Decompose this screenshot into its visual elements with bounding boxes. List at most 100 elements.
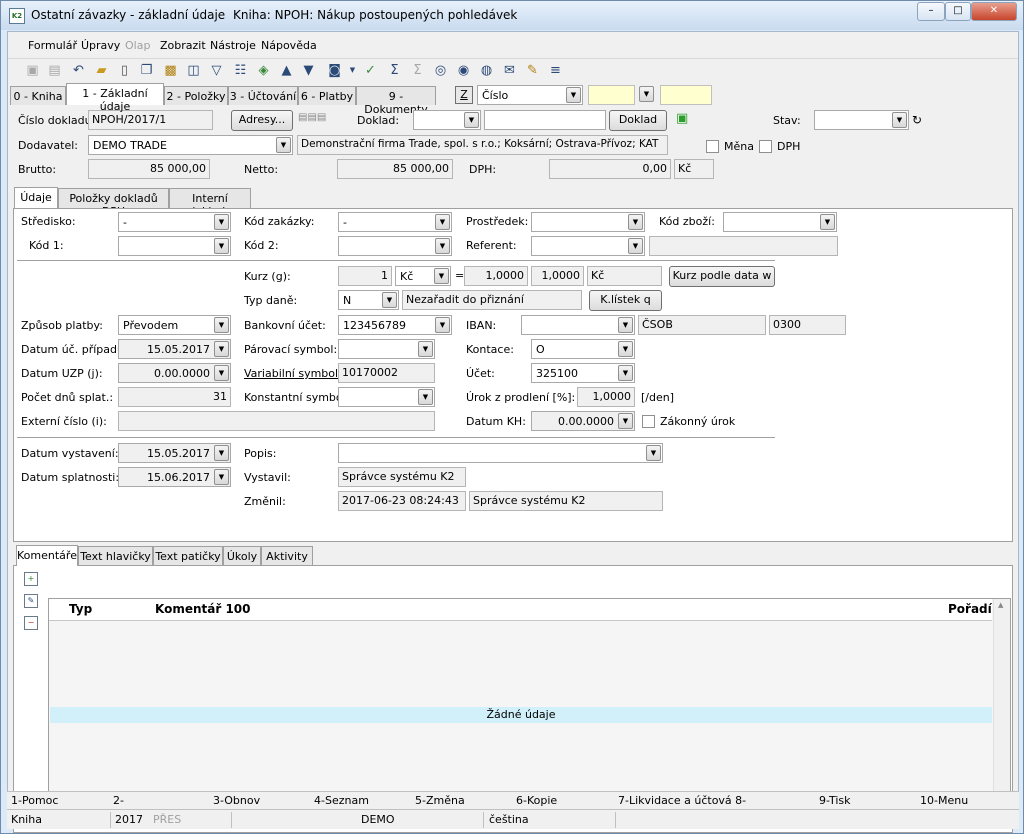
grid-scrollbar[interactable]: ▲ ▼ (993, 599, 1010, 813)
binoculars-icon[interactable]: ◎ (432, 62, 449, 79)
chevron-down-icon[interactable]: ▼ (618, 413, 633, 429)
tab-komentare[interactable]: Komentáře (16, 545, 78, 566)
sort-key-button[interactable]: Z (455, 86, 473, 104)
prostredek-select[interactable]: ▼ (531, 212, 645, 232)
camera-menu-chevron-icon[interactable]: ▼ (344, 62, 361, 79)
kod2-select[interactable]: ▼ (338, 236, 452, 256)
subtab-udaje[interactable]: Údaje (14, 187, 58, 208)
chevron-down-icon[interactable]: ▼ (214, 469, 229, 485)
tab-zakladni-udaje[interactable]: 1 - Základní údaje (66, 83, 164, 113)
copy-icon[interactable]: ❐ (138, 62, 155, 79)
sum-icon[interactable]: Σ (386, 62, 403, 79)
chevron-down-icon[interactable]: ▼ (639, 86, 654, 102)
kurz-podle-data-button[interactable]: Kurz podle data w (669, 266, 775, 287)
chevron-down-icon[interactable]: ▼ (434, 268, 449, 284)
edit-row-icon[interactable]: ✎ (24, 594, 38, 608)
menu-zobrazit[interactable]: Zobrazit (160, 39, 206, 52)
col-poradi[interactable]: Pořadí (948, 602, 992, 616)
popis-select[interactable]: ▼ (338, 443, 663, 463)
fkey-f2[interactable]: 2- (113, 794, 124, 807)
close-icon[interactable]: ✕ (971, 2, 1017, 21)
doklad-field[interactable] (484, 110, 606, 130)
zakonny-urok-checkbox[interactable] (642, 415, 655, 428)
find-all-icon[interactable]: ◍ (478, 62, 495, 79)
datum-uc-field[interactable]: 15.05.2017 ▼ (118, 339, 231, 359)
maximize-icon[interactable]: □ (945, 2, 971, 21)
tab-platby[interactable]: 6 - Platby (298, 86, 356, 105)
chevron-down-icon[interactable]: ▼ (276, 137, 291, 153)
arrow-down-icon[interactable]: ▼ (300, 62, 317, 79)
search-input-2[interactable] (660, 85, 712, 105)
bankovni-ucet-select[interactable]: 123456789 ▼ (338, 315, 452, 335)
chevron-down-icon[interactable]: ▼ (214, 238, 229, 254)
chevron-down-icon[interactable]: ▼ (892, 112, 907, 128)
filter-list-icon[interactable]: ☷ (232, 62, 249, 79)
mail-icon[interactable]: ✉ (501, 62, 518, 79)
mena-checkbox[interactable] (706, 140, 719, 153)
scroll-up-icon[interactable]: ▲ (998, 601, 1003, 609)
stredisko-select[interactable]: - ▼ (118, 212, 231, 232)
subtab-polozky-dph[interactable]: Položky dokladů DPH (58, 188, 169, 218)
chevron-down-icon[interactable]: ▼ (435, 238, 450, 254)
chevron-down-icon[interactable]: ▼ (214, 214, 229, 230)
save-all-icon[interactable]: ▤ (46, 62, 63, 79)
sum-disabled-icon[interactable]: Σ (409, 62, 426, 79)
tab-kniha[interactable]: 0 - Kniha (10, 86, 66, 105)
fkey-f6[interactable]: 6-Kopie (516, 794, 557, 807)
variabilni-symbol-label[interactable]: Variabilní symbol: (244, 367, 342, 380)
search-dropdown[interactable]: ▼ (636, 85, 655, 105)
chevron-down-icon[interactable]: ▼ (214, 445, 229, 461)
kod1-select[interactable]: ▼ (118, 236, 231, 256)
kod-zbozi-select[interactable]: ▼ (723, 212, 837, 232)
book-icon[interactable]: ◫ (185, 62, 202, 79)
chevron-down-icon[interactable]: ▼ (628, 214, 643, 230)
fkey-f7-f8[interactable]: 7-Likvidace a účtová 8- (618, 794, 746, 807)
sort-field-select[interactable]: Číslo ▼ (477, 85, 583, 105)
typ-dane-select[interactable]: N ▼ (338, 290, 399, 310)
ucet-select[interactable]: 325100 ▼ (531, 363, 635, 383)
chevron-down-icon[interactable]: ▼ (418, 341, 433, 357)
money-icon[interactable]: ◈ (255, 62, 272, 79)
chevron-down-icon[interactable]: ▼ (646, 445, 661, 461)
kurz-currency-select[interactable]: Kč ▼ (395, 266, 451, 286)
chevron-down-icon[interactable]: ▼ (214, 341, 229, 357)
parovaci-symbol-select[interactable]: ▼ (338, 339, 435, 359)
chevron-down-icon[interactable]: ▼ (214, 365, 229, 381)
fkey-f4[interactable]: 4-Seznam (314, 794, 369, 807)
iban-select[interactable]: ▼ (521, 315, 635, 335)
address-icons[interactable]: ▤▤▤ (298, 112, 326, 123)
cislo-dokladu-field[interactable]: NPOH/2017/1 (88, 110, 213, 130)
menu-lines-icon[interactable]: ≡ (547, 62, 564, 79)
fkey-f10[interactable]: 10-Menu (920, 794, 968, 807)
menu-upravy[interactable]: Úpravy (81, 39, 120, 52)
datum-uzp-field[interactable]: 0.00.0000 ▼ (118, 363, 231, 383)
dph-checkbox[interactable] (759, 140, 772, 153)
lock-icon[interactable]: ▩ (162, 62, 179, 79)
search-input[interactable] (588, 85, 635, 105)
tab-aktivity[interactable]: Aktivity (261, 546, 313, 566)
tab-polozky[interactable]: 2 - Položky (164, 86, 228, 105)
new-document-icon[interactable]: ▯ (116, 62, 133, 79)
subtab-interni-doklady[interactable]: Interní doklady (169, 188, 251, 218)
stav-select[interactable]: ▼ (814, 110, 909, 130)
col-typ[interactable]: Typ (69, 602, 92, 616)
open-folder-icon[interactable]: ▰ (93, 62, 110, 79)
undo-icon[interactable]: ↶ (70, 62, 87, 79)
fkey-f5[interactable]: 5-Změna (415, 794, 465, 807)
fkey-f9[interactable]: 9-Tisk (819, 794, 851, 807)
tab-uctovani[interactable]: 3 - Účtování (228, 86, 298, 105)
camera-icon[interactable]: ◙ (326, 62, 343, 79)
chevron-down-icon[interactable]: ▼ (618, 317, 633, 333)
chevron-down-icon[interactable]: ▼ (820, 214, 835, 230)
kontace-select[interactable]: O ▼ (531, 339, 635, 359)
chevron-down-icon[interactable]: ▼ (618, 365, 633, 381)
chevron-down-icon[interactable]: ▼ (464, 112, 479, 128)
chevron-down-icon[interactable]: ▼ (382, 292, 397, 308)
menu-nastroje[interactable]: Nástroje (210, 39, 256, 52)
referent-select[interactable]: ▼ (531, 236, 645, 256)
check-sort-icon[interactable]: ✓ (362, 62, 379, 79)
kod-zakazky-select[interactable]: - ▼ (338, 212, 452, 232)
doklad-select[interactable]: ▼ (413, 110, 481, 130)
doklad-button[interactable]: Doklad (609, 110, 667, 131)
datum-kh-field[interactable]: 0.00.0000 ▼ (531, 411, 635, 431)
